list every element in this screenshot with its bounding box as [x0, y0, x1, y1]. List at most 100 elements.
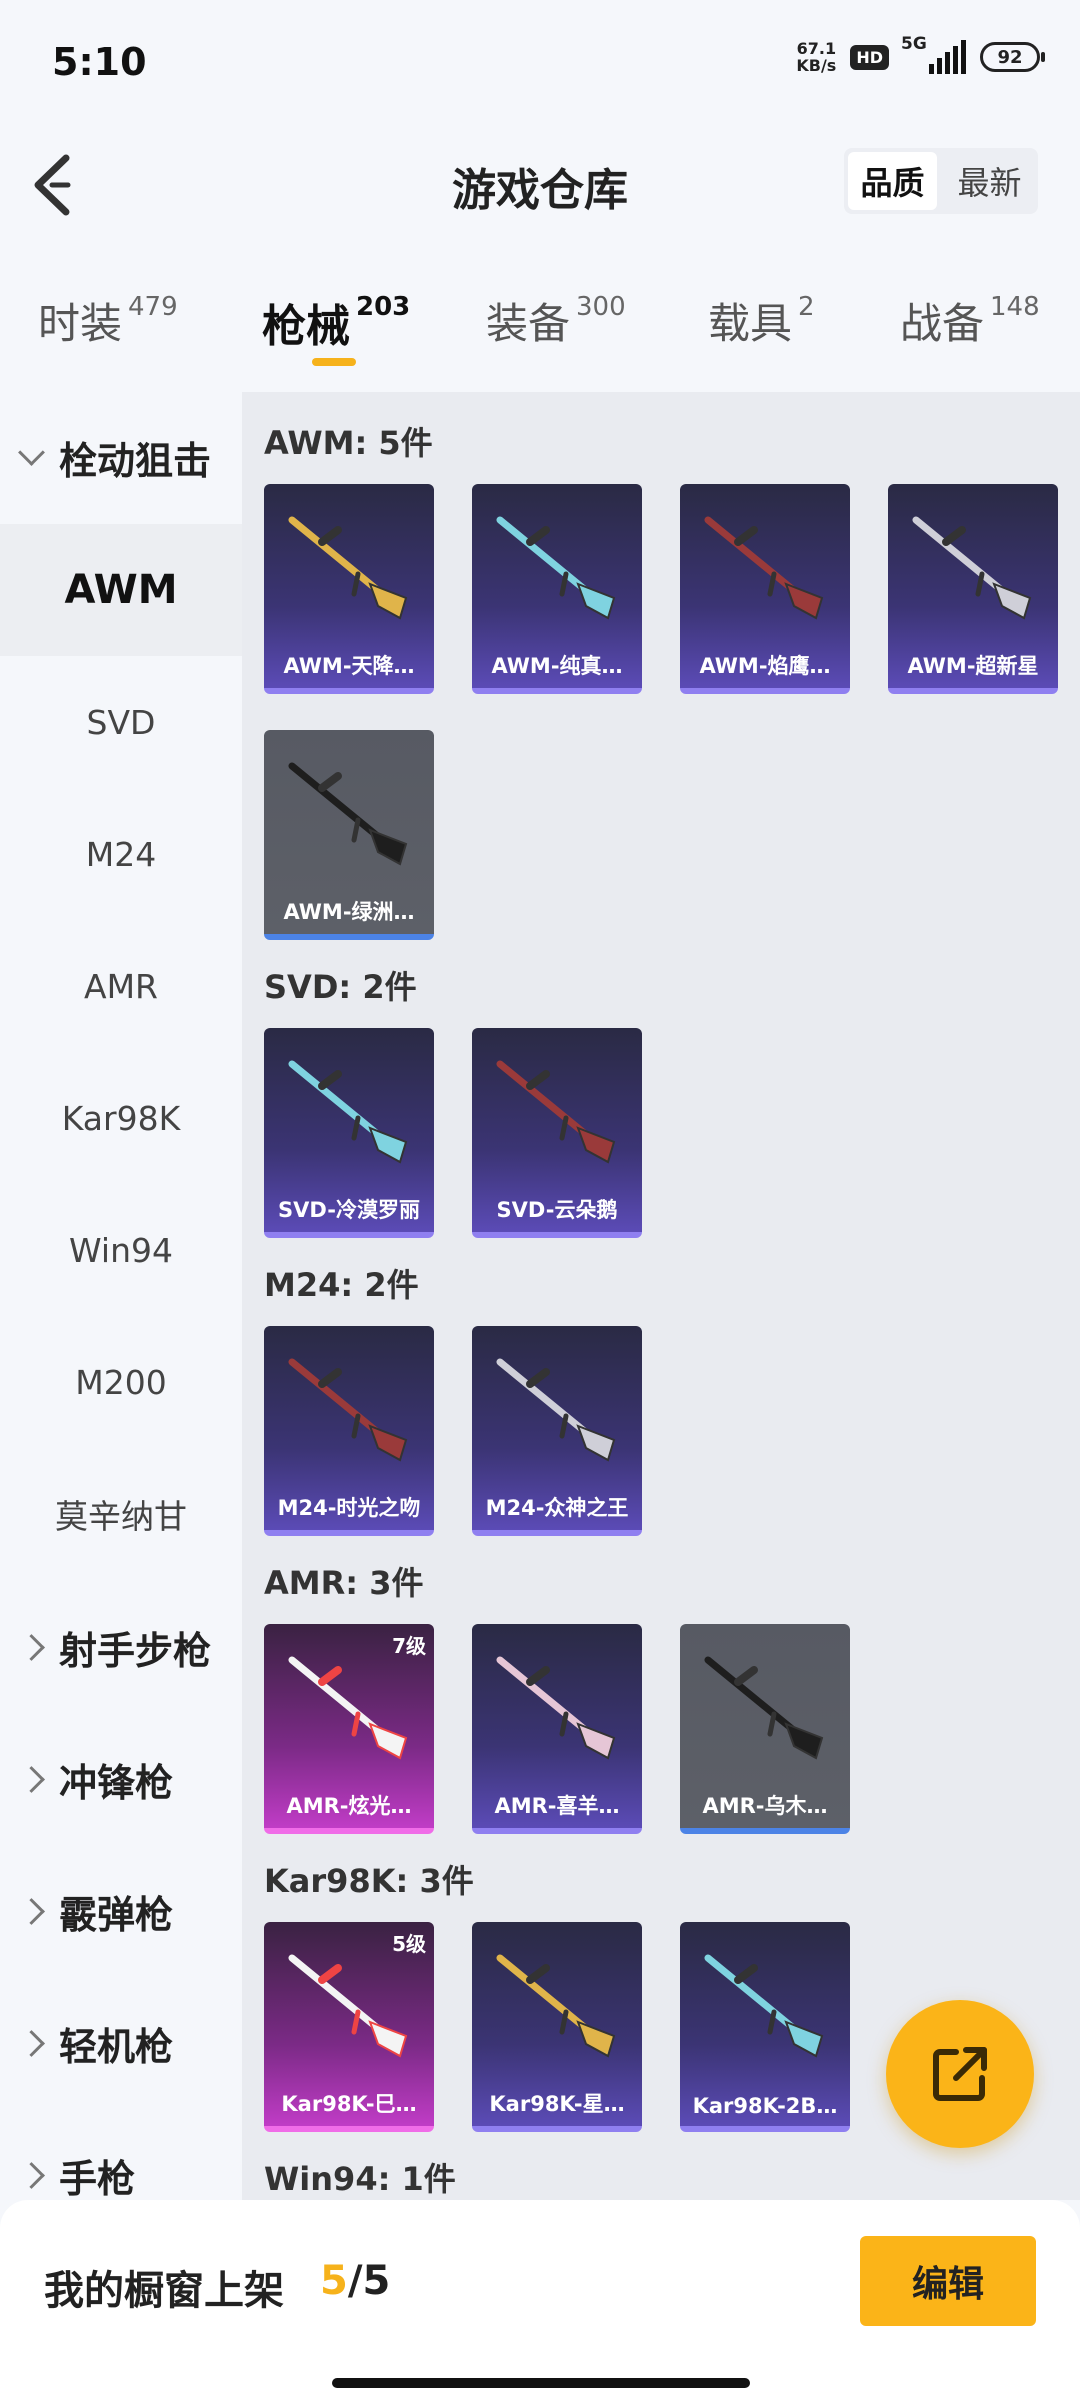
home-indicator[interactable] [332, 2378, 750, 2388]
weapon-skin-name: AMR-乌木… [702, 1794, 828, 1818]
weapon-skin-card[interactable]: AWM-天降… [264, 484, 434, 694]
sidebar-item-win94[interactable]: Win94 [0, 1184, 242, 1316]
weapon-rifle-icon [496, 1954, 616, 2058]
weapon-skin-name: Kar98K-2B… [692, 2094, 838, 2118]
sidebar-group-lmg[interactable]: 轻机枪 [0, 1978, 242, 2108]
edit-button[interactable]: 编辑 [860, 2236, 1036, 2326]
header: 游戏仓库 品质 最新 [0, 130, 1080, 240]
category-tabs: 时装 479 枪械 203 装备 300 载具 2 战备 148 [0, 270, 1080, 380]
weapon-skin-name: AWM-天降… [283, 654, 415, 678]
weapon-skin-card[interactable]: M24-众神之王 [472, 1326, 642, 1536]
weapon-skin-name: AWM-超新星 [907, 654, 1039, 678]
section-title: Win94: 1件 [264, 2160, 456, 2198]
sort-latest-button[interactable]: 最新 [945, 152, 1034, 210]
tab-equipment[interactable]: 装备 300 [486, 290, 626, 351]
showcase-total: 5 [362, 2258, 391, 2304]
weapon-skin-card[interactable]: AWM-焰鹰… [680, 484, 850, 694]
weapon-skin-name: AMR-炫光… [286, 1794, 412, 1818]
sort-quality-button[interactable]: 品质 [848, 152, 937, 210]
chevron-right-icon [18, 1765, 45, 1793]
weapon-skin-card[interactable]: M24-时光之吻 [264, 1326, 434, 1536]
weapon-skin-name: SVD-冷漠罗丽 [278, 1198, 420, 1222]
battery-level: 92 [997, 46, 1023, 68]
weapon-skin-card[interactable]: 7级 AMR-炫光… [264, 1624, 434, 1834]
tab-label: 载具 [708, 299, 793, 348]
sidebar-item-m24[interactable]: M24 [0, 788, 242, 920]
weapon-skin-card[interactable]: AWM-绿洲… [264, 730, 434, 940]
weapon-rifle-icon [288, 1954, 408, 2058]
weapon-rifle-icon [288, 1656, 408, 1760]
weapon-rifle-icon [496, 1060, 616, 1164]
tab-supplies[interactable]: 战备 148 [900, 290, 1040, 351]
tab-vehicles[interactable]: 载具 2 [708, 290, 815, 351]
weapon-rifle-icon [288, 1060, 408, 1164]
weapon-skin-card[interactable]: AWM-纯真… [472, 484, 642, 694]
share-button[interactable] [886, 2000, 1034, 2148]
sidebar-item-m200[interactable]: M200 [0, 1316, 242, 1448]
weapon-skin-name: Kar98K-星… [489, 2092, 625, 2116]
network-speed-value: 67.1 [796, 39, 837, 58]
sidebar-group-bolt-sniper[interactable]: 栓动狙击 [0, 392, 242, 522]
tab-label: 枪械 [262, 301, 350, 352]
weapon-skin-card[interactable]: Kar98K-2B… [680, 1922, 850, 2132]
weapon-skin-name: AMR-喜羊… [494, 1794, 620, 1818]
status-bar: 5:10 67.1 KB/s HD 5G 92 [0, 0, 1080, 120]
tab-label: 时装 [38, 299, 123, 348]
weapon-type-sidebar: 栓动狙击 AWM SVD M24 AMR Kar98K Win94 M200 莫… [0, 392, 242, 2201]
weapon-grid: AWM: 5件 AWM-天降… AWM-纯真… AWM-焰鹰… AWM-超新星 AWM-绿… [242, 392, 1080, 2200]
weapon-skin-card[interactable]: 5级 Kar98K-巳… [264, 1922, 434, 2132]
sidebar-item-svd[interactable]: SVD [0, 656, 242, 788]
sidebar-group-label: 射手步枪 [59, 1628, 212, 1673]
network-speed-unit: KB/s [796, 56, 837, 75]
sidebar-group-label: 栓动狙击 [59, 438, 212, 483]
sidebar-group-smg[interactable]: 冲锋枪 [0, 1714, 242, 1844]
section-title: M24: 2件 [264, 1266, 419, 1304]
weapon-skin-card[interactable]: AMR-喜羊… [472, 1624, 642, 1834]
status-icons: 67.1 KB/s HD 5G 92 [796, 34, 1045, 75]
weapon-skin-name: M24-时光之吻 [277, 1496, 421, 1520]
chevron-right-icon [18, 2161, 45, 2189]
sidebar-item-kar98k[interactable]: Kar98K [0, 1052, 242, 1184]
weapon-rifle-icon [704, 1954, 824, 2058]
weapon-rifle-icon [496, 1656, 616, 1760]
sidebar-item-amr[interactable]: AMR [0, 920, 242, 1052]
weapon-rifle-icon [288, 762, 408, 866]
weapon-skin-card[interactable]: SVD-冷漠罗丽 [264, 1028, 434, 1238]
skin-level-badge: 7级 [392, 1634, 426, 1658]
weapon-skin-card[interactable]: AWM-超新星 [888, 484, 1058, 694]
sidebar-item-awm[interactable]: AWM [0, 524, 242, 656]
weapon-skin-name: AWM-纯真… [491, 654, 623, 678]
weapon-skin-name: AWM-绿洲… [283, 900, 415, 924]
weapon-skin-card[interactable]: AMR-乌木… [680, 1624, 850, 1834]
tab-label: 装备 [486, 299, 571, 348]
weapon-skin-name: SVD-云朵鹅 [496, 1198, 618, 1222]
signal-icon: 5G [901, 34, 966, 74]
weapon-rifle-icon [704, 516, 824, 620]
weapon-rifle-icon [496, 516, 616, 620]
status-time: 5:10 [52, 40, 147, 84]
battery-icon: 92 [980, 42, 1045, 72]
sidebar-item-mosin[interactable]: 莫辛纳甘 [0, 1448, 242, 1580]
sidebar-group-label: 手枪 [59, 2156, 136, 2201]
back-button[interactable] [26, 150, 86, 220]
chevron-right-icon [18, 2029, 45, 2057]
tab-count: 148 [990, 292, 1040, 322]
chevron-down-icon [18, 438, 45, 466]
sidebar-group-shotgun[interactable]: 霰弹枪 [0, 1846, 242, 1976]
back-arrow-icon [34, 154, 71, 216]
weapon-skin-card[interactable]: Kar98K-星… [472, 1922, 642, 2132]
section-title: SVD: 2件 [264, 968, 417, 1006]
section-title: Kar98K: 3件 [264, 1862, 474, 1900]
tab-firearms[interactable]: 枪械 203 [262, 290, 410, 354]
skin-level-badge: 5级 [392, 1932, 426, 1956]
tab-fashion[interactable]: 时装 479 [38, 290, 178, 351]
weapon-rifle-icon [496, 1358, 616, 1462]
weapon-skin-card[interactable]: SVD-云朵鹅 [472, 1028, 642, 1238]
showcase-bar: 我的橱窗上架 5 / 5 编辑 [0, 2200, 1080, 2400]
sidebar-group-dmr[interactable]: 射手步枪 [0, 1582, 242, 1712]
section-title: AMR: 3件 [264, 1564, 424, 1602]
tab-count: 479 [128, 292, 178, 322]
showcase-current: 5 [320, 2258, 348, 2304]
tab-count: 2 [798, 292, 815, 322]
weapon-skin-name: Kar98K-巳… [281, 2092, 417, 2116]
